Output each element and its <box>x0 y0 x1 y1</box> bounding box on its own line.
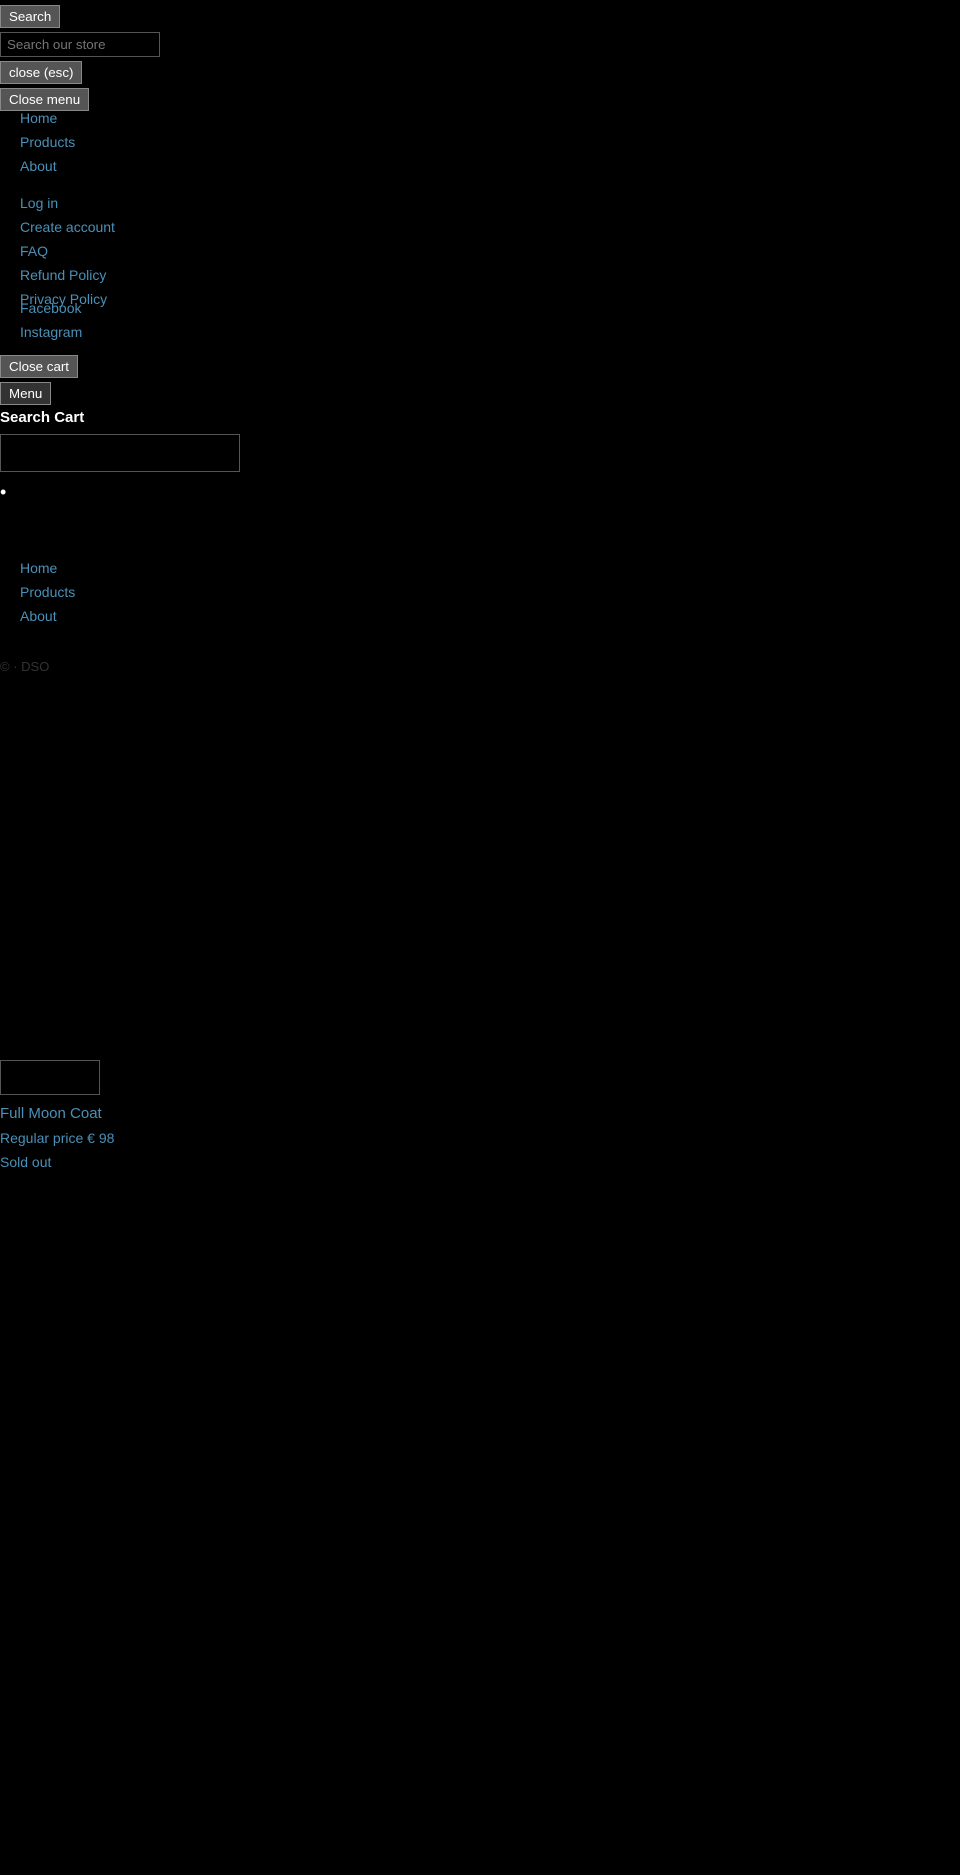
product-section: Full Moon Coat Regular price € 98 Sold o… <box>0 1060 114 1170</box>
faq-link[interactable]: FAQ <box>20 243 115 259</box>
footer-nav-home[interactable]: Home <box>20 560 75 576</box>
login-link[interactable]: Log in <box>20 195 115 211</box>
menu-button[interactable]: Menu <box>0 382 51 405</box>
refund-policy-link[interactable]: Refund Policy <box>20 267 115 283</box>
close-esc-button[interactable]: close (esc) <box>0 61 82 84</box>
create-account-link[interactable]: Create account <box>20 219 115 235</box>
product-image-placeholder <box>0 1060 100 1095</box>
close-menu-button[interactable]: Close menu <box>0 88 89 111</box>
sold-out-badge: Sold out <box>0 1154 114 1170</box>
footer-nav-products[interactable]: Products <box>20 584 75 600</box>
search-cart-label: Search Cart <box>0 409 240 426</box>
cart-section: Close cart Menu Search Cart • <box>0 355 240 503</box>
search-input[interactable] <box>0 32 160 57</box>
facebook-link[interactable]: Facebook <box>20 300 82 316</box>
main-nav: Home Products About <box>20 110 75 182</box>
footer-nav-about[interactable]: About <box>20 608 75 624</box>
copyright-text: © · DSO <box>0 659 49 674</box>
search-button[interactable]: Search <box>0 5 60 28</box>
instagram-link[interactable]: Instagram <box>20 324 82 340</box>
close-cart-button[interactable]: Close cart <box>0 355 78 378</box>
copyright-section: © · DSO <box>0 658 49 674</box>
nav-item-products[interactable]: Products <box>20 134 75 150</box>
product-title[interactable]: Full Moon Coat <box>0 1105 114 1122</box>
search-section: Search close (esc) Close menu <box>0 5 160 115</box>
footer-nav: Home Products About <box>20 560 75 632</box>
bullet-point: • <box>0 482 240 503</box>
cart-search-input[interactable] <box>0 434 240 472</box>
nav-item-home[interactable]: Home <box>20 110 75 126</box>
product-price: Regular price € 98 <box>0 1130 114 1146</box>
account-section: Log in Create account FAQ Refund Policy … <box>20 195 115 315</box>
social-section: Facebook Instagram <box>20 300 82 348</box>
nav-item-about[interactable]: About <box>20 158 75 174</box>
